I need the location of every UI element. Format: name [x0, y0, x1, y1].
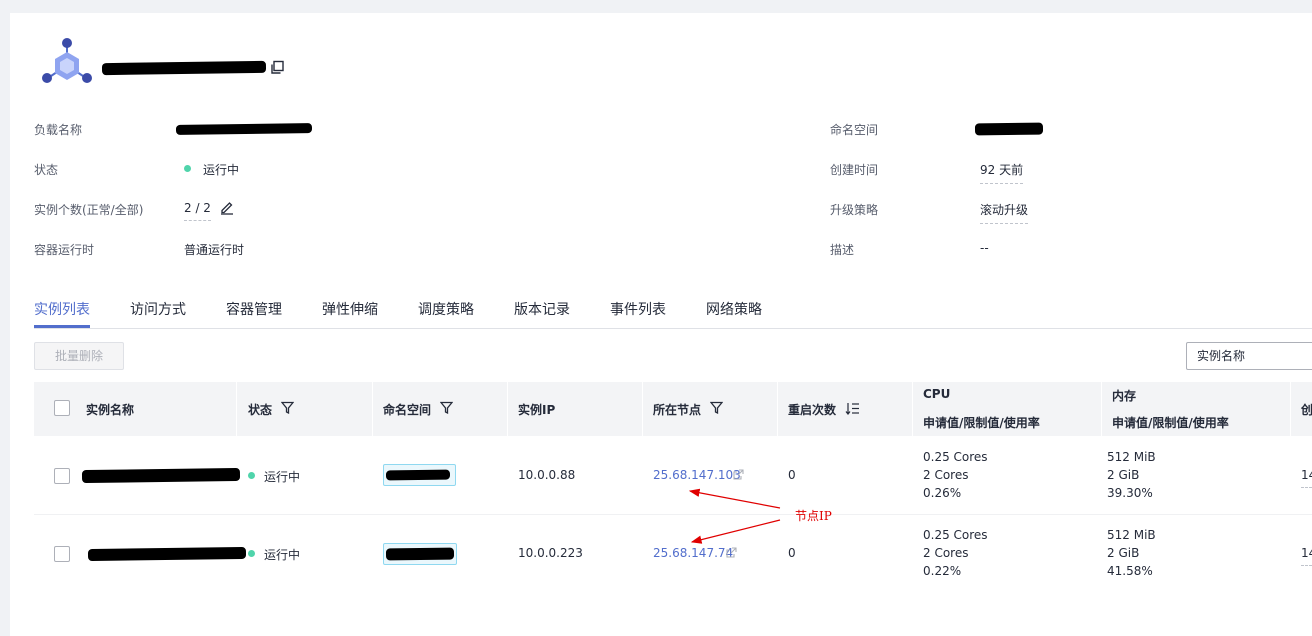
info-label-instance-count: 实例个数(正常/全部) [34, 203, 144, 217]
header-cpu: CPU [923, 387, 951, 401]
header-name[interactable]: 实例名称 [86, 401, 134, 418]
header-cpu-sub: 申请值/限制值/使用率 [923, 416, 1040, 430]
info-value-upgrade: 滚动升级 [980, 201, 1029, 224]
cpu-usage: 0.26% [923, 486, 962, 500]
annotation-arrows [688, 488, 781, 544]
tabs-divider [34, 328, 1312, 329]
header-sep [777, 382, 778, 436]
copy-icon[interactable] [270, 60, 285, 75]
info-value-description: -- [980, 241, 989, 255]
tab-containers[interactable]: 容器管理 [226, 299, 282, 319]
mem-limit: 2 GiB [1107, 468, 1140, 482]
header-sep [1290, 382, 1291, 436]
namespace-redacted [385, 469, 451, 481]
row-memory: 512 MiB 2 GiB 41.58% [1107, 526, 1156, 580]
mem-usage: 41.58% [1107, 564, 1153, 578]
info-value-runtime: 普通运行时 [184, 243, 245, 257]
header-memory: 内存 [1112, 389, 1137, 403]
row-instance-ip: 10.0.0.88 [518, 468, 576, 482]
header-sep [507, 382, 508, 436]
cpu-request: 0.25 Cores [923, 450, 988, 464]
info-label-upgrade: 升级策略 [830, 203, 879, 217]
info-label-runtime: 容器运行时 [34, 243, 95, 257]
header-created: 创 [1301, 403, 1312, 417]
tab-events[interactable]: 事件列表 [610, 299, 666, 319]
mem-request: 512 MiB [1107, 450, 1156, 464]
workload-hexagon-icon [42, 38, 92, 83]
header-restarts[interactable]: 重启次数 [788, 401, 836, 418]
status-running-dot [248, 472, 255, 479]
row-checkbox[interactable] [54, 468, 70, 484]
mem-limit: 2 GiB [1107, 546, 1140, 560]
header-namespace: 命名空间 [383, 403, 432, 417]
annotation-node-ip-label: 节点IP [795, 509, 832, 523]
sort-icon[interactable] [845, 402, 860, 415]
tab-instance-list[interactable]: 实例列表 [34, 299, 90, 319]
select-all-checkbox[interactable] [54, 400, 70, 416]
batch-delete-button[interactable]: 批量删除 [34, 342, 124, 370]
row-created: 14 [1301, 468, 1312, 488]
header-sep [372, 382, 373, 436]
row-cpu: 0.25 Cores 2 Cores 0.26% [923, 448, 988, 502]
info-value-status: 运行中 [203, 163, 240, 177]
info-label-workload-name: 负载名称 [34, 123, 83, 137]
header-sep [236, 382, 237, 436]
tab-access[interactable]: 访问方式 [130, 299, 186, 319]
workload-title-redacted [101, 60, 267, 76]
namespace-redacted [385, 547, 455, 561]
info-label-status: 状态 [34, 163, 59, 177]
row-status: 运行中 [264, 548, 301, 562]
row-instance-ip: 10.0.0.223 [518, 546, 583, 560]
filter-icon[interactable] [710, 401, 723, 414]
info-value-instance-count: 2 / 2 [184, 201, 211, 221]
status-running-dot [248, 550, 255, 557]
search-field-select[interactable]: 实例名称 [1186, 342, 1312, 370]
header-instance-ip: 实例IP [518, 403, 556, 417]
tab-autoscaling[interactable]: 弹性伸缩 [322, 299, 378, 319]
header-sep [1101, 382, 1102, 436]
header-memory-sub: 申请值/限制值/使用率 [1112, 416, 1229, 430]
header-sep [642, 382, 643, 436]
workload-name-redacted [175, 123, 313, 135]
header-status: 状态 [248, 403, 273, 417]
status-running-dot [184, 165, 191, 172]
instance-name-redacted [81, 467, 241, 484]
info-label-description: 描述 [830, 243, 855, 257]
row-created: 14 [1301, 546, 1312, 566]
mem-usage: 39.30% [1107, 486, 1153, 500]
header-node: 所在节点 [653, 403, 702, 417]
edit-icon[interactable] [219, 199, 235, 215]
cpu-limit: 2 Cores [923, 546, 969, 560]
namespace-redacted [974, 122, 1044, 136]
row-memory: 512 MiB 2 GiB 39.30% [1107, 448, 1156, 502]
tab-network-policy[interactable]: 网络策略 [706, 299, 762, 319]
info-label-namespace: 命名空间 [830, 123, 879, 137]
filter-icon[interactable] [281, 401, 294, 414]
info-label-created: 创建时间 [830, 163, 879, 177]
instance-name-redacted [87, 546, 247, 562]
row-status: 运行中 [264, 470, 301, 484]
tab-versions[interactable]: 版本记录 [514, 299, 570, 319]
row-checkbox[interactable] [54, 546, 70, 562]
cpu-request: 0.25 Cores [923, 528, 988, 542]
mem-request: 512 MiB [1107, 528, 1156, 542]
namespace-tag [383, 543, 457, 565]
external-link-icon[interactable] [733, 469, 744, 480]
row-divider [34, 514, 1312, 515]
namespace-tag [383, 464, 456, 486]
cpu-limit: 2 Cores [923, 468, 969, 482]
row-cpu: 0.25 Cores 2 Cores 0.22% [923, 526, 988, 580]
header-sep [912, 382, 913, 436]
cpu-usage: 0.22% [923, 564, 962, 578]
filter-icon[interactable] [440, 401, 453, 414]
info-value-created: 92 天前 [980, 161, 1024, 184]
tab-scheduling[interactable]: 调度策略 [418, 299, 474, 319]
